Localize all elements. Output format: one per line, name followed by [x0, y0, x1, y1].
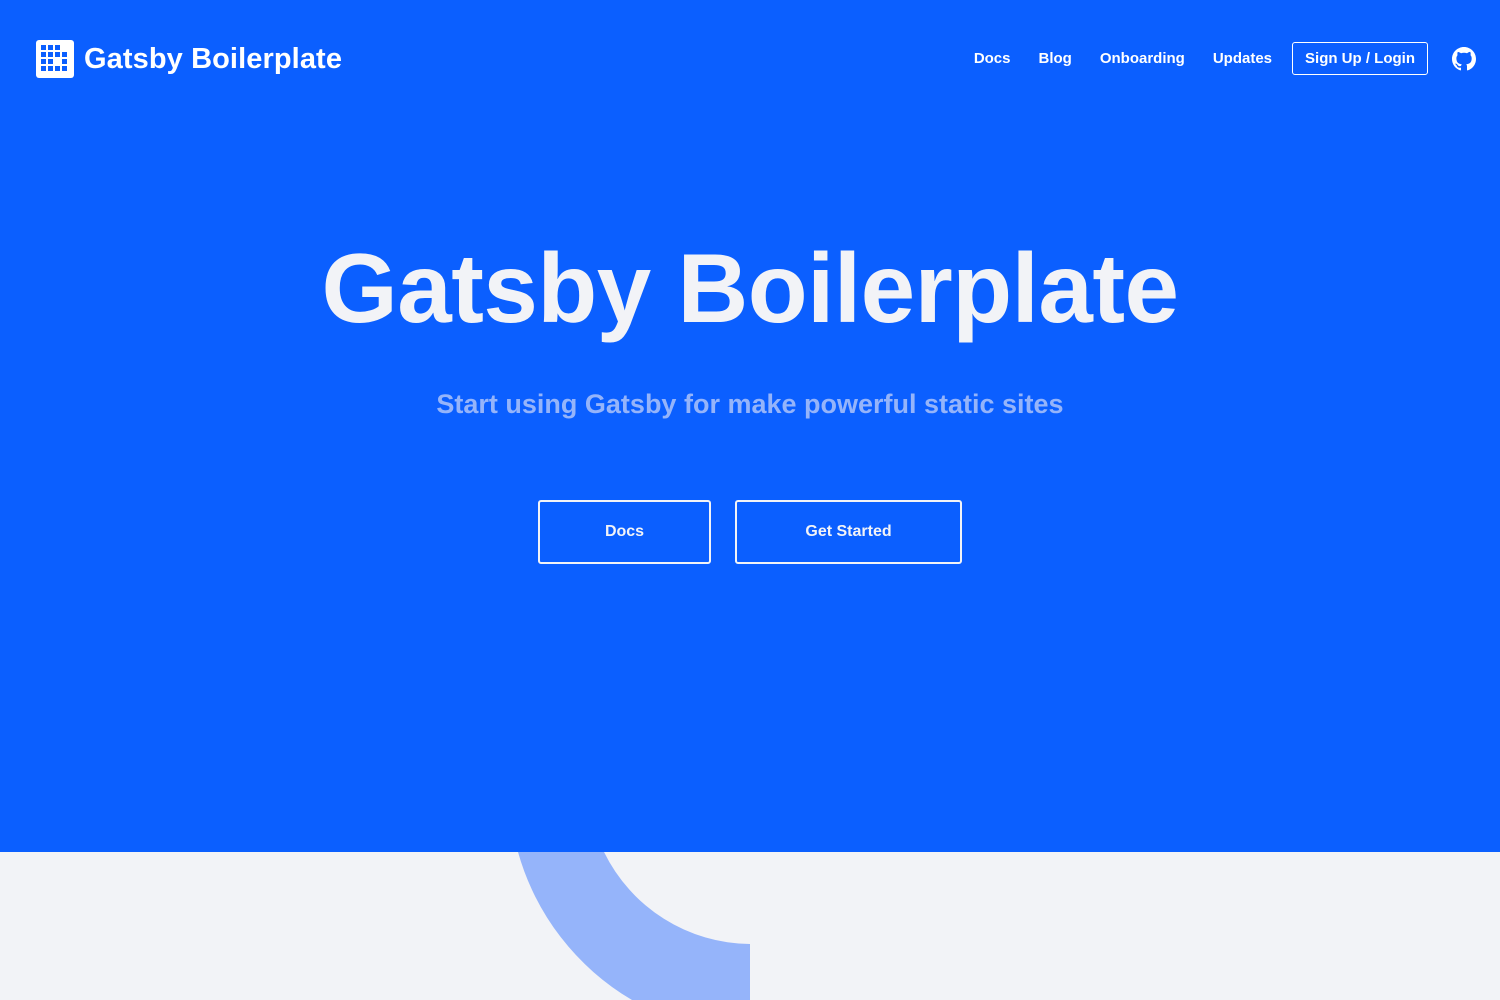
lower-section: [0, 852, 1500, 1000]
nav-link-docs[interactable]: Docs: [974, 50, 1011, 67]
brand-name: Gatsby Boilerplate: [84, 42, 343, 75]
top-navbar: Gatsby Boilerplate Docs Blog Onboarding …: [0, 0, 1500, 118]
decorative-arc-shape: [518, 852, 750, 1000]
github-icon: [1452, 46, 1476, 70]
nav-links: Docs Blog Onboarding Updates Sign Up / L…: [974, 42, 1476, 75]
docs-button[interactable]: Docs: [538, 500, 711, 564]
nav-link-onboarding[interactable]: Onboarding: [1100, 50, 1185, 67]
hero-section: Gatsby Boilerplate Docs Blog Onboarding …: [0, 0, 1500, 852]
nav-link-updates[interactable]: Updates: [1213, 50, 1272, 67]
hero-subtitle: Start using Gatsby for make powerful sta…: [436, 389, 1064, 419]
get-started-button[interactable]: Get Started: [735, 500, 962, 564]
github-link[interactable]: [1452, 46, 1476, 71]
brand-home-link[interactable]: Gatsby Boilerplate: [36, 40, 342, 78]
grid-logo-icon: [36, 40, 74, 78]
hero-title: Gatsby Boilerplate: [321, 233, 1179, 343]
nav-link-blog[interactable]: Blog: [1039, 50, 1072, 67]
signup-login-button[interactable]: Sign Up / Login: [1292, 42, 1428, 75]
